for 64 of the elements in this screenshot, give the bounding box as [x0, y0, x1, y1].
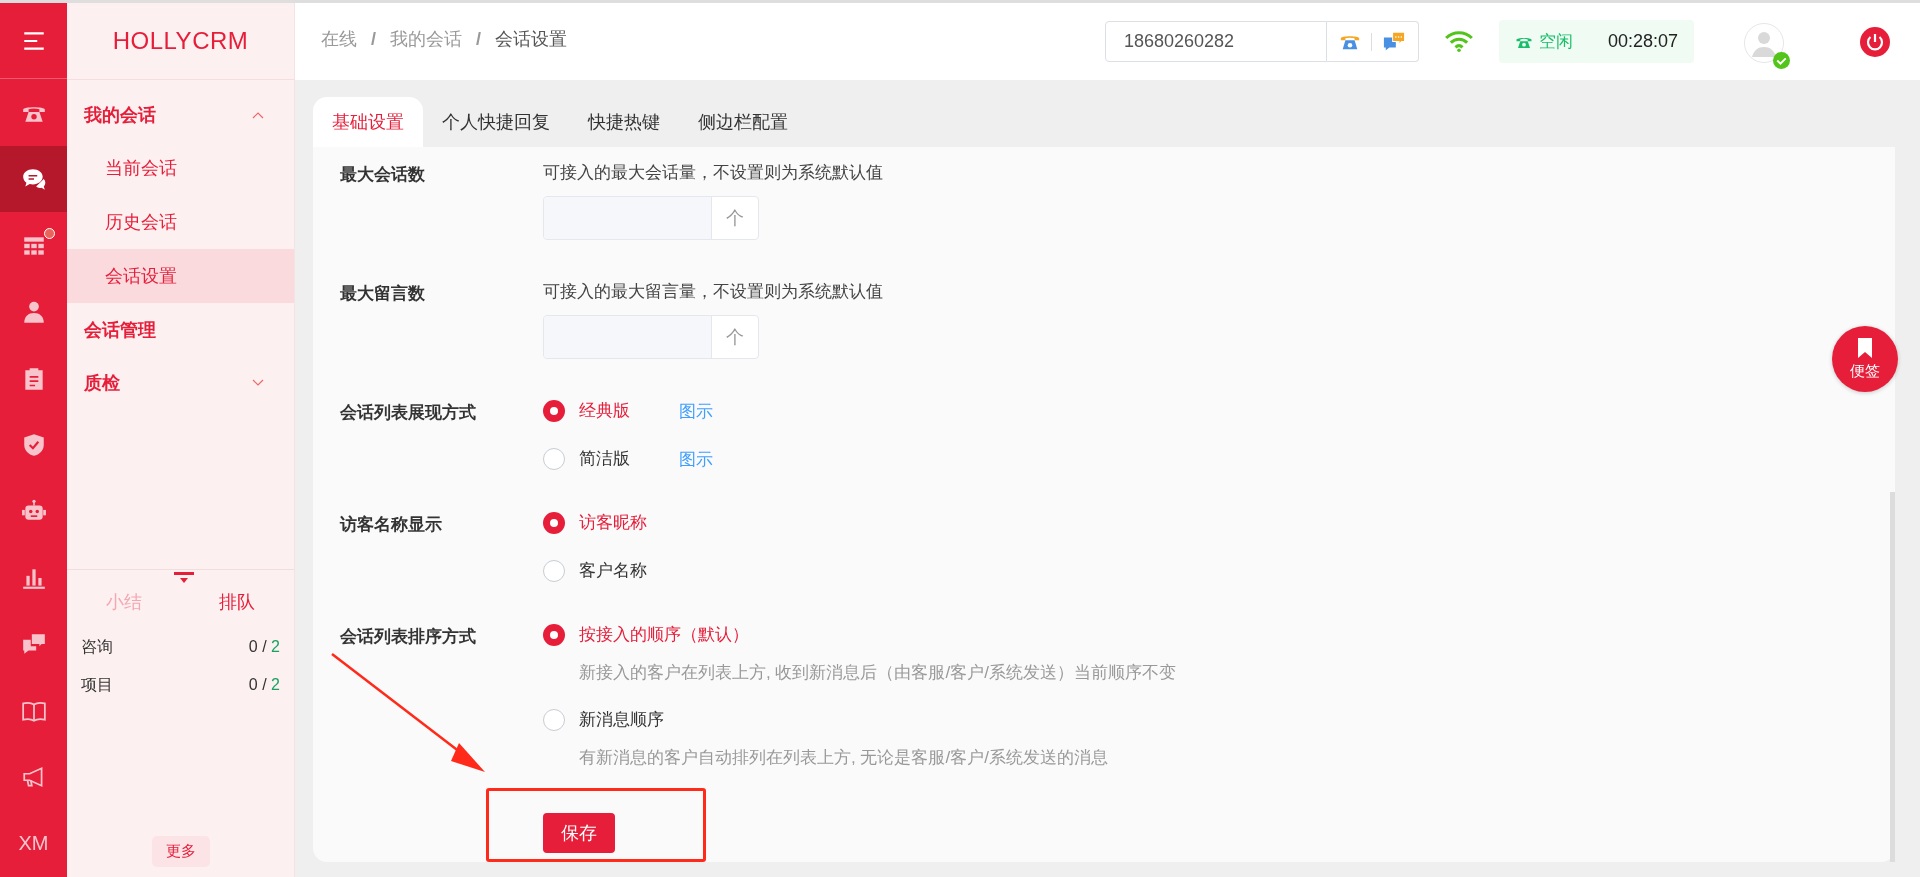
nav-group-item[interactable]: 质检 — [67, 356, 294, 409]
chevron-icon — [252, 110, 264, 119]
radio-option[interactable]: 经典版 — [543, 399, 679, 423]
option-description: 有新消息的客户自动排列在列表上方, 无论是客服/客户/系统发送的消息 — [579, 747, 1109, 769]
settings-tab[interactable]: 基础设置 — [313, 97, 423, 147]
avatar[interactable] — [1744, 22, 1790, 69]
power-icon[interactable] — [1860, 26, 1890, 57]
settings-tab[interactable]: 快捷热键 — [569, 97, 679, 147]
nav-item[interactable]: 历史会话 — [67, 195, 294, 249]
agent-status-indicator[interactable]: 空闲 00:28:07 — [1499, 20, 1694, 63]
chevron-icon — [252, 378, 264, 387]
collapse-handle-icon[interactable] — [174, 572, 194, 584]
radio-button[interactable] — [543, 400, 565, 422]
radio-button[interactable] — [543, 560, 565, 582]
nav-group-item[interactable]: 会话管理 — [67, 303, 294, 356]
status-label: 空闲 — [1539, 31, 1574, 53]
rail-text-button[interactable]: XM — [0, 810, 67, 877]
breadcrumb-current: 会话设置 — [495, 28, 568, 51]
radio-option[interactable]: 访客昵称 — [543, 511, 679, 535]
chat-bubble-icon — [20, 166, 47, 193]
status-timer: 00:28:07 — [1607, 31, 1678, 52]
setting-label: 访客名称显示 — [340, 514, 443, 536]
person-silhouette-icon — [1744, 22, 1784, 63]
radio-option[interactable]: 新消息顺序 — [543, 708, 679, 732]
logo-text: HOLLYCRM — [67, 3, 294, 80]
radio-option[interactable]: 简洁版 — [543, 447, 679, 471]
breadcrumb-separator: / — [476, 28, 482, 50]
radio-button[interactable] — [543, 709, 565, 731]
nav-item[interactable]: 会话设置 — [67, 249, 294, 303]
queue-label: 咨询 — [81, 636, 113, 657]
queue-tab[interactable]: 排队 — [180, 584, 294, 614]
radio-button[interactable] — [543, 624, 565, 646]
queue-count: 0 / 2 — [248, 676, 280, 694]
nav-item[interactable]: 当前会话 — [67, 141, 294, 195]
queue-label: 项目 — [81, 674, 113, 695]
settings-tab[interactable]: 个人快捷回复 — [423, 97, 569, 147]
setting-hint: 可接入的最大会话量，不设置则为系统默认值 — [543, 162, 883, 184]
bookmark-icon — [1858, 337, 1872, 358]
radio-option[interactable]: 客户名称 — [543, 559, 679, 583]
setting-label: 会话列表展现方式 — [340, 402, 477, 424]
online-check-icon — [1773, 51, 1790, 69]
preview-link[interactable]: 图示 — [679, 447, 713, 471]
nav-group-item[interactable]: 我的会话 — [67, 88, 294, 141]
setting-hint: 可接入的最大留言量，不设置则为系统默认值 — [543, 281, 883, 303]
breadcrumb-link[interactable]: 在线 — [321, 27, 357, 51]
preview-link[interactable]: 图示 — [679, 399, 713, 423]
queue-count: 0 / 2 — [248, 638, 280, 656]
breadcrumb-separator: / — [371, 28, 376, 50]
option-description: 新接入的客户在列表上方, 收到新消息后（由客服/客户/系统发送）当前顺序不变 — [579, 662, 1176, 684]
phone-number-field[interactable]: 18680260282 — [1105, 21, 1327, 62]
radio-button[interactable] — [543, 448, 565, 470]
wifi-signal-icon — [1445, 31, 1473, 52]
number-input-field[interactable]: 个 — [543, 315, 759, 359]
setting-label: 最大会话数 — [340, 164, 426, 186]
setting-label: 会话列表排序方式 — [340, 626, 477, 648]
number-input-field[interactable]: 个 — [543, 196, 759, 240]
save-button[interactable]: 保存 — [543, 813, 615, 853]
breadcrumb-link[interactable]: 我的会话 — [390, 27, 462, 51]
setting-label: 最大留言数 — [340, 283, 426, 305]
radio-option[interactable]: 按接入的顺序（默认） — [543, 623, 749, 647]
more-button[interactable]: 更多 — [151, 836, 210, 867]
radio-button[interactable] — [543, 512, 565, 534]
chat-bubbles-icon[interactable] — [1382, 30, 1406, 53]
settings-tab[interactable]: 侧边栏配置 — [679, 97, 807, 147]
